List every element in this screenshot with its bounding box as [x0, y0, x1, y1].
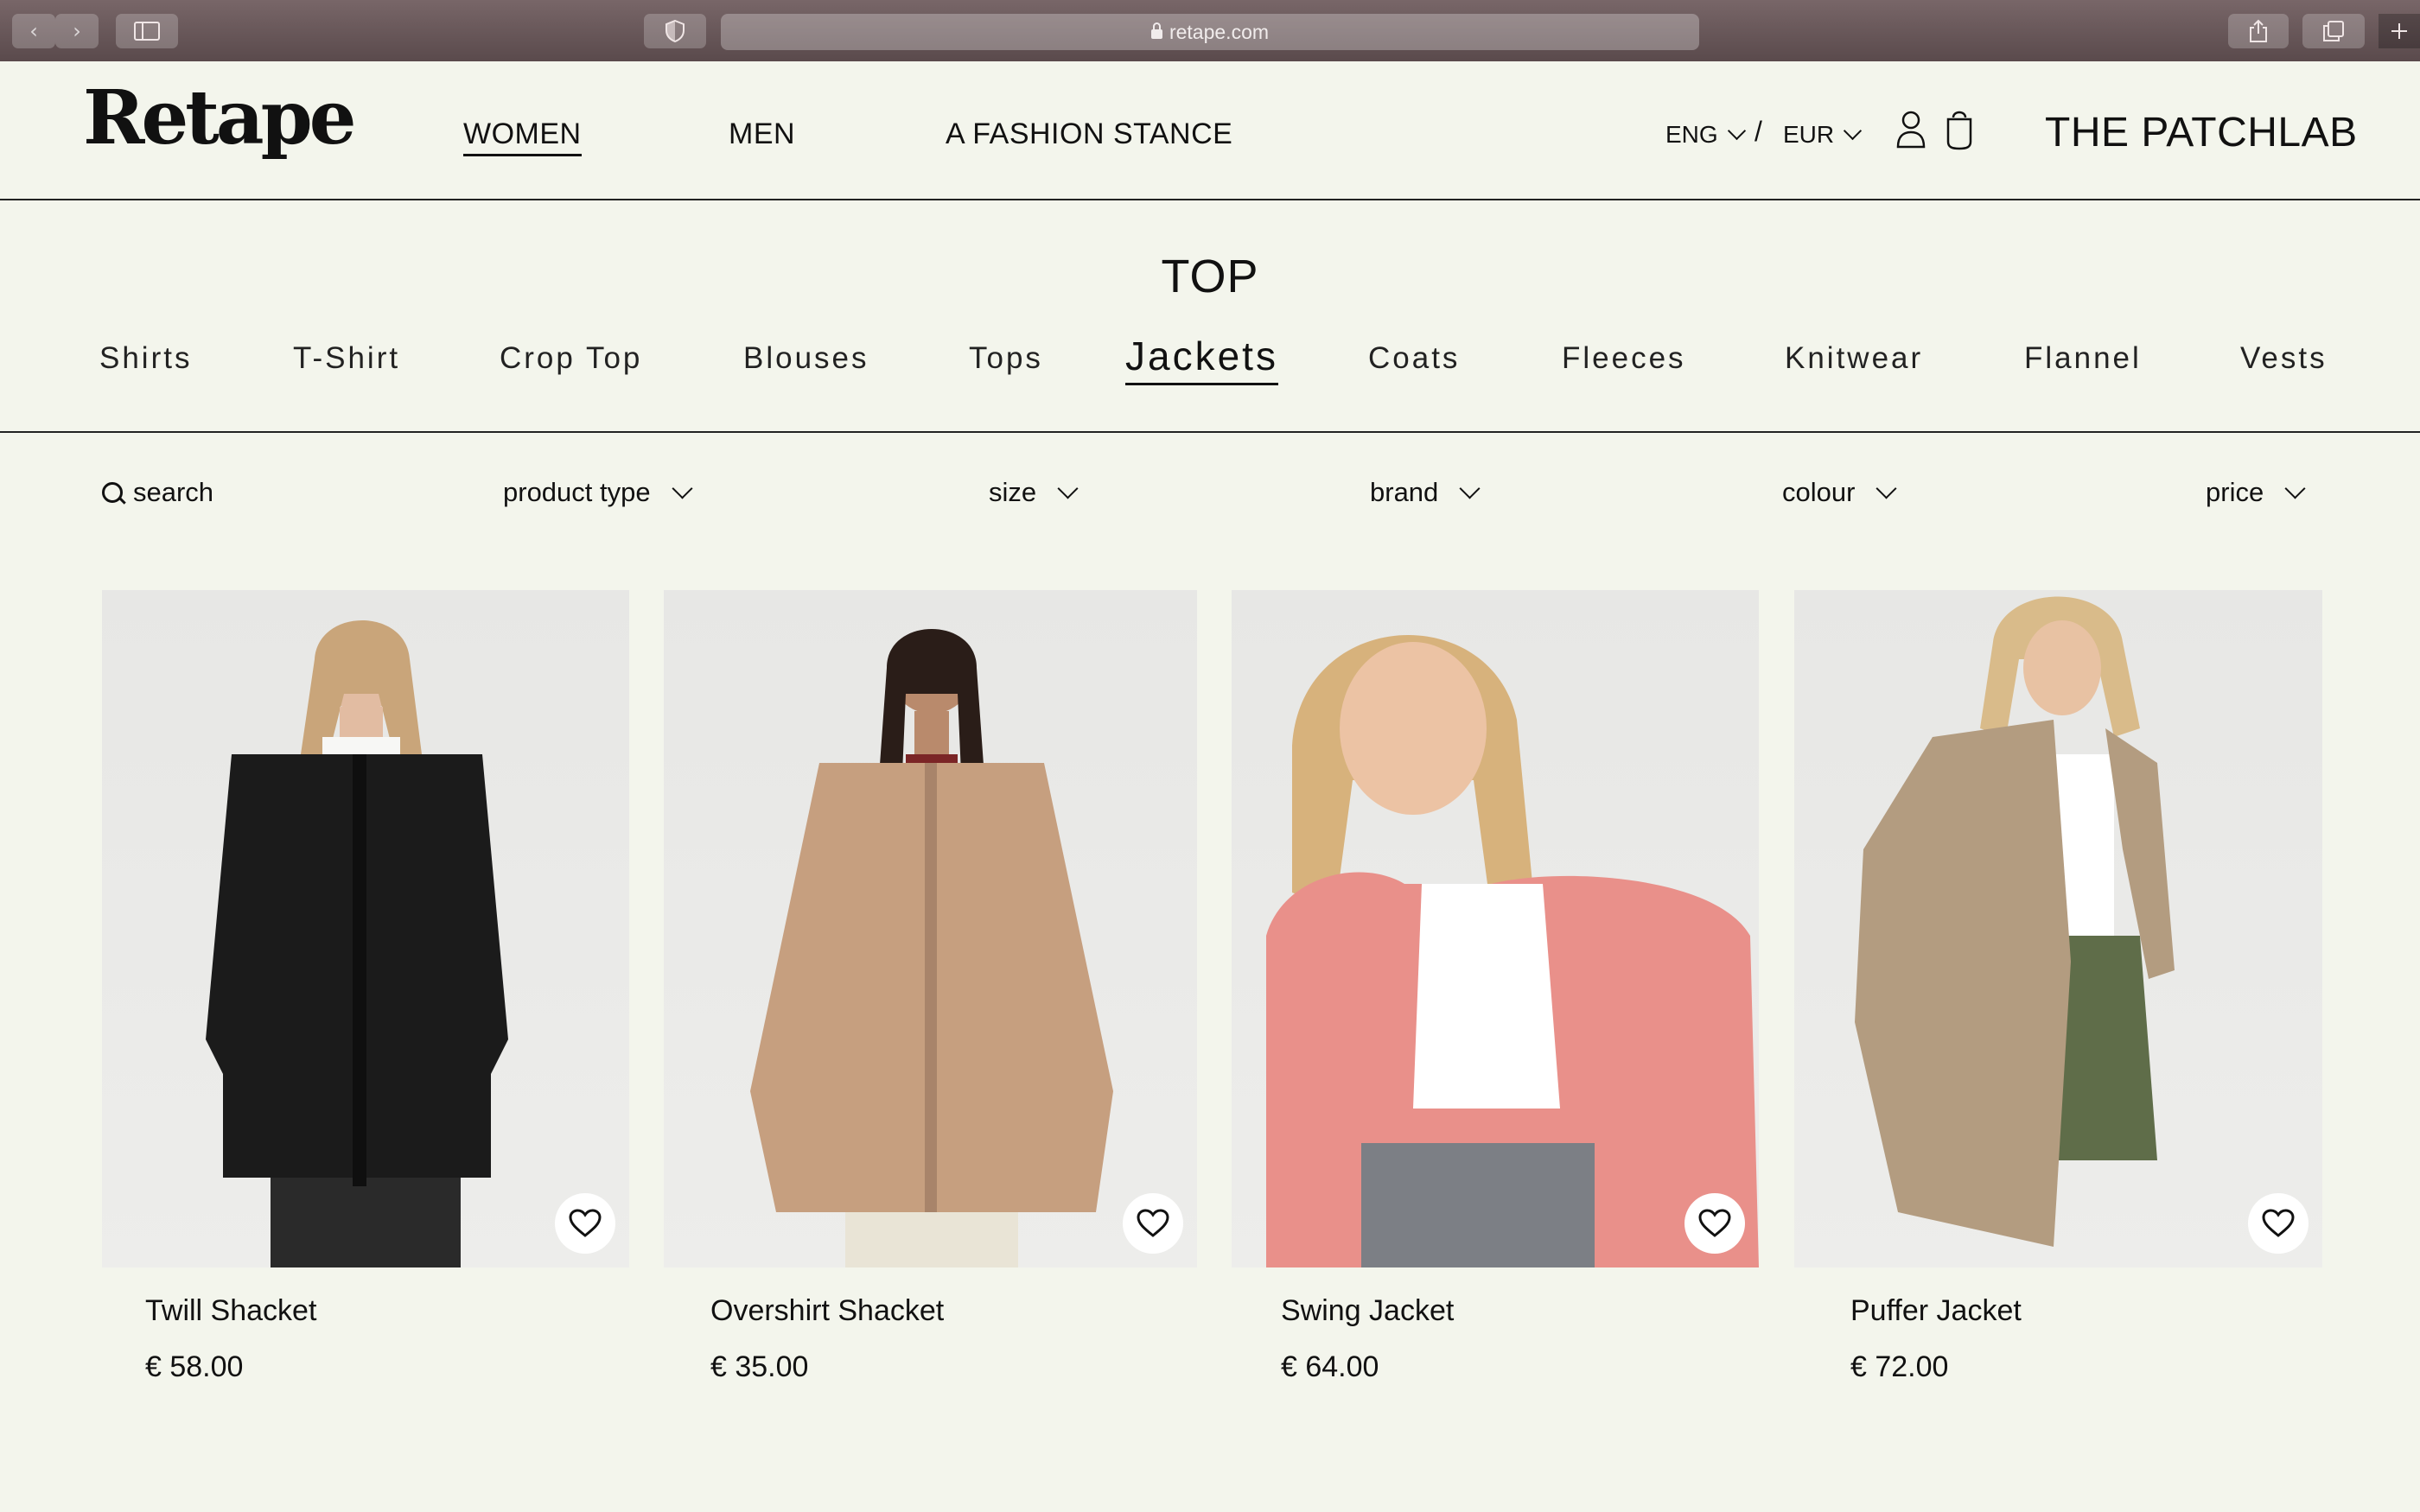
model-illustration	[206, 620, 508, 1267]
language-label: ENG	[1665, 121, 1718, 148]
search-filter[interactable]: search	[102, 477, 213, 508]
url-text: retape.com	[1169, 20, 1270, 43]
heart-icon	[569, 1209, 602, 1237]
wishlist-button[interactable]	[2248, 1193, 2309, 1254]
chevron-down-icon	[1057, 477, 1079, 499]
cart-button[interactable]	[1945, 107, 1974, 155]
product-price: € 35.00	[710, 1350, 809, 1383]
subcategory-vests[interactable]: Vests	[2240, 341, 2328, 376]
product-image[interactable]	[1794, 590, 2322, 1267]
subcategory-fleeces[interactable]: Fleeces	[1562, 341, 1686, 376]
nav-a-fashion-stance[interactable]: A FASHION STANCE	[946, 118, 1232, 151]
heart-icon	[1137, 1209, 1169, 1237]
tabs-icon	[2323, 21, 2344, 41]
price-label: price	[2206, 477, 2264, 507]
chevron-down-icon	[1876, 477, 1897, 499]
new-tab-button[interactable]	[2379, 14, 2420, 48]
account-button[interactable]	[1896, 111, 1926, 153]
currency-label: EUR	[1783, 121, 1835, 148]
nav-men[interactable]: MEN	[729, 118, 795, 151]
colour-filter[interactable]: colour	[1782, 477, 1897, 508]
subcategory-knitwear[interactable]: Knitwear	[1785, 341, 1923, 376]
sidebar-icon	[134, 22, 160, 41]
product-card[interactable]	[1794, 590, 2322, 1267]
subcategory-t-shirt[interactable]: T-Shirt	[293, 341, 400, 376]
nav-women[interactable]: WOMEN	[463, 118, 582, 156]
subcategory-coats[interactable]: Coats	[1368, 341, 1460, 376]
chevron-down-icon	[672, 477, 693, 499]
share-button[interactable]	[2228, 14, 2289, 48]
shopping-bag-icon	[1946, 111, 1972, 150]
product-card[interactable]	[664, 590, 1197, 1267]
model-illustration	[750, 629, 1113, 1267]
model-illustration	[1855, 596, 2175, 1247]
size-label: size	[989, 477, 1037, 507]
product-price: € 72.00	[1850, 1350, 1949, 1383]
nav-women-label: WOMEN	[463, 118, 582, 156]
share-icon	[2250, 19, 2267, 42]
product-price: € 58.00	[145, 1350, 244, 1383]
privacy-shield-button[interactable]	[644, 14, 706, 48]
product-price: € 64.00	[1281, 1350, 1379, 1383]
plus-icon	[2391, 23, 2407, 39]
brand-label: brand	[1370, 477, 1439, 507]
site-logo[interactable]: Retape	[83, 81, 356, 156]
user-icon	[1896, 111, 1926, 149]
address-bar[interactable]: retape.com	[721, 14, 1699, 50]
product-name[interactable]: Twill Shacket	[145, 1294, 316, 1328]
chevron-down-icon	[1844, 121, 1863, 140]
currency-selector[interactable]: EUR	[1783, 121, 1863, 149]
lock-icon	[1150, 22, 1162, 39]
chevron-down-icon	[1727, 121, 1746, 140]
wishlist-button[interactable]	[555, 1193, 615, 1254]
subcategory-tops[interactable]: Tops	[969, 341, 1043, 376]
heart-icon	[1698, 1209, 1731, 1237]
forward-button[interactable]: ›	[55, 14, 99, 48]
colour-label: colour	[1782, 477, 1856, 507]
wishlist-button[interactable]	[1684, 1193, 1745, 1254]
product-image[interactable]	[102, 590, 629, 1267]
product-image[interactable]	[664, 590, 1197, 1267]
sidebar-toggle-button[interactable]	[116, 14, 178, 48]
subcategory-blouses[interactable]: Blouses	[743, 341, 869, 376]
wishlist-button[interactable]	[1123, 1193, 1183, 1254]
heart-icon	[2262, 1209, 2295, 1237]
language-selector[interactable]: ENG	[1665, 121, 1746, 149]
search-icon	[102, 482, 123, 503]
category-divider	[0, 431, 2420, 433]
shield-icon	[666, 20, 685, 42]
product-type-label: product type	[503, 477, 651, 507]
product-image[interactable]	[1232, 590, 1759, 1267]
product-card[interactable]	[1232, 590, 1759, 1267]
selector-separator: /	[1754, 116, 1762, 147]
header-divider	[0, 199, 2420, 200]
product-name[interactable]: Swing Jacket	[1281, 1294, 1454, 1328]
category-title: TOP	[1161, 251, 1259, 302]
size-filter[interactable]: size	[989, 477, 1079, 508]
model-illustration	[1266, 635, 1759, 1267]
product-card[interactable]	[102, 590, 629, 1267]
tabs-overview-button[interactable]	[2302, 14, 2365, 48]
subcategory-crop-top[interactable]: Crop Top	[500, 341, 642, 376]
chevron-down-icon	[2284, 477, 2306, 499]
subcategory-jackets[interactable]: Jackets	[1125, 333, 1278, 385]
brand-filter[interactable]: brand	[1370, 477, 1481, 508]
search-label: search	[133, 477, 214, 507]
product-name[interactable]: Overshirt Shacket	[710, 1294, 944, 1328]
product-name[interactable]: Puffer Jacket	[1850, 1294, 2022, 1328]
patchlab-link[interactable]: THE PATCHLAB	[2045, 109, 2358, 156]
price-filter[interactable]: price	[2206, 477, 2306, 508]
back-button[interactable]: ‹	[12, 14, 55, 48]
product-type-filter[interactable]: product type	[503, 477, 693, 508]
chevron-down-icon	[1459, 477, 1481, 499]
subcategory-flannel[interactable]: Flannel	[2024, 341, 2142, 376]
subcategory-shirts[interactable]: Shirts	[99, 341, 192, 376]
